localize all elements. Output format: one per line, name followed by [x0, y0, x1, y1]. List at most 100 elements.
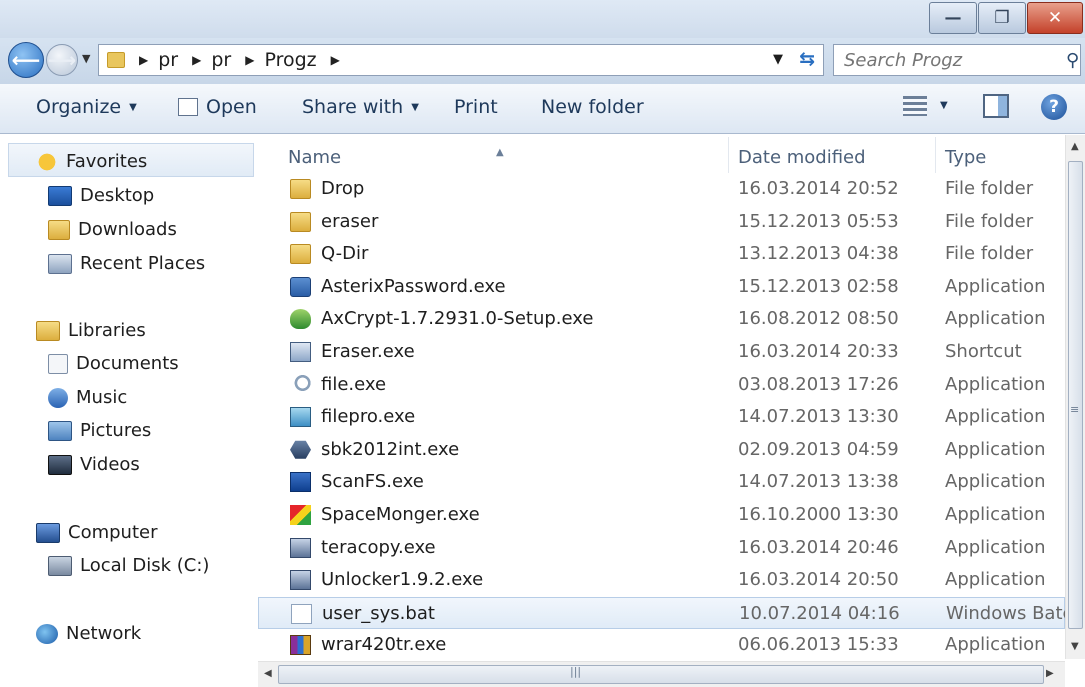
- nav-favorites[interactable]: Favorites: [36, 151, 147, 172]
- star-icon: [36, 151, 58, 172]
- view-options-chevron-icon[interactable]: ▼: [940, 100, 948, 111]
- nav-computer[interactable]: Computer: [36, 522, 157, 543]
- file-row[interactable]: SpaceMonger.exe 16.10.2000 13:30 Applicati…: [258, 499, 1065, 532]
- file-date-modified: 14.07.2013 13:30: [738, 406, 899, 428]
- refresh-icon[interactable]: ⇆: [799, 48, 815, 70]
- breadcrumb-separator-icon[interactable]: ▶: [245, 53, 254, 67]
- folder-icon: [107, 52, 125, 68]
- nav-music[interactable]: Music: [48, 387, 127, 408]
- minimize-button[interactable]: —: [929, 2, 977, 34]
- file-row[interactable]: Drop 16.03.2014 20:52 File folder: [258, 173, 1065, 206]
- breadcrumb-progz[interactable]: Progz: [264, 49, 316, 71]
- file-row[interactable]: ScanFS.exe 14.07.2013 13:38 Application: [258, 466, 1065, 499]
- file-type: File folder: [945, 210, 1034, 232]
- restore-icon: ❐: [994, 8, 1010, 28]
- help-icon[interactable]: ?: [1041, 94, 1067, 120]
- vertical-scroll-thumb[interactable]: [1068, 161, 1083, 629]
- scroll-up-icon[interactable]: ▲: [1071, 141, 1079, 152]
- horizontal-scrollbar[interactable]: ◀ ||| ▶: [258, 661, 1065, 687]
- file-row[interactable]: filepro.exe 14.07.2013 13:30 Application: [258, 401, 1065, 434]
- file-row[interactable]: teracopy.exe 16.03.2014 20:46 Application: [258, 532, 1065, 565]
- forward-button[interactable]: ⟶: [46, 44, 78, 76]
- close-button[interactable]: ✕: [1027, 2, 1083, 34]
- preview-pane-icon[interactable]: [983, 94, 1009, 118]
- file-date-modified: 02.09.2013 04:59: [738, 438, 899, 460]
- file-row[interactable]: AsterixPassword.exe 15.12.2013 02:58 Appli…: [258, 271, 1065, 304]
- file-date-modified: 16.03.2014 20:52: [738, 178, 899, 199]
- share-with-label: Share with: [302, 96, 404, 118]
- scroll-left-icon[interactable]: ◀: [264, 668, 272, 679]
- file-name: filepro.exe: [321, 406, 416, 428]
- close-icon: ✕: [1047, 8, 1063, 28]
- nav-videos[interactable]: Videos: [48, 454, 140, 475]
- nav-computer-label: Computer: [68, 522, 158, 543]
- file-row[interactable]: Q-Dir 13.12.2013 04:38 File folder: [258, 238, 1065, 271]
- horizontal-scroll-thumb[interactable]: [278, 665, 1044, 684]
- breadcrumb-separator-icon[interactable]: ▶: [192, 53, 201, 67]
- column-type[interactable]: Type: [945, 147, 986, 168]
- breadcrumb-separator-icon[interactable]: ▶: [139, 53, 148, 67]
- search-input[interactable]: [844, 46, 1066, 74]
- file-type: Application: [945, 471, 1046, 493]
- column-name[interactable]: Name: [288, 147, 341, 168]
- file-row[interactable]: wrar420tr.exe 06.06.2013 15:33 Application: [258, 629, 1065, 659]
- file-date-modified: 14.07.2013 13:38: [738, 471, 899, 493]
- file-date-modified: 10.07.2014 04:16: [739, 602, 900, 624]
- file-row[interactable]: file.exe 03.08.2013 17:26 Application: [258, 369, 1065, 402]
- nav-desktop[interactable]: Desktop: [48, 185, 154, 206]
- nav-pictures-label: Pictures: [80, 420, 152, 441]
- vertical-scrollbar[interactable]: ▲ ≡ ▼: [1065, 135, 1085, 659]
- column-divider[interactable]: [728, 137, 729, 173]
- maximize-button[interactable]: ❐: [978, 2, 1026, 34]
- file-row[interactable]: user_sys.bat 10.07.2014 04:16 Windows Batc: [258, 596, 1065, 630]
- address-bar[interactable]: ▶ pr ▶ pr ▶ Progz ▶ ▼ ⇆: [98, 44, 824, 76]
- recent-places-icon: [48, 253, 72, 274]
- breadcrumb-separator-icon[interactable]: ▶: [331, 53, 340, 67]
- share-with-button[interactable]: Share with ▼: [302, 96, 419, 118]
- videos-icon: [48, 454, 72, 475]
- file-name: AsterixPassword.exe: [321, 275, 506, 297]
- file-date-modified: 16.10.2000 13:30: [738, 503, 899, 525]
- column-divider[interactable]: [935, 137, 936, 173]
- new-folder-button[interactable]: New folder: [541, 96, 644, 118]
- nav-libraries[interactable]: Libraries: [36, 320, 146, 341]
- change-view-icon[interactable]: [903, 96, 927, 116]
- chevron-down-icon: ▼: [411, 101, 419, 113]
- column-date-modified[interactable]: Date modified: [738, 147, 866, 168]
- search-icon[interactable]: ⚲: [1066, 50, 1080, 71]
- file-row[interactable]: sbk2012int.exe 02.09.2013 04:59 Applicatio…: [258, 434, 1065, 467]
- address-dropdown-icon[interactable]: ▼: [773, 52, 783, 67]
- scroll-grip-icon: |||: [570, 665, 582, 678]
- nav-local-disk[interactable]: Local Disk (C:): [48, 555, 209, 576]
- breadcrumb-pr-1[interactable]: pr: [158, 49, 178, 71]
- file-row[interactable]: Unlocker1.9.2.exe 16.03.2014 20:50 Applica…: [258, 564, 1065, 597]
- scroll-down-icon[interactable]: ▼: [1071, 641, 1079, 652]
- nav-pictures[interactable]: Pictures: [48, 420, 151, 441]
- back-button[interactable]: ⟵: [8, 42, 44, 78]
- nav-desktop-label: Desktop: [80, 185, 155, 206]
- file-name: eraser: [321, 210, 379, 232]
- print-button[interactable]: Print: [454, 96, 498, 118]
- file-name: Unlocker1.9.2.exe: [321, 569, 484, 591]
- file-row[interactable]: eraser 15.12.2013 05:53 File folder: [258, 206, 1065, 239]
- nav-recent-places[interactable]: Recent Places: [48, 253, 205, 274]
- scroll-right-icon[interactable]: ▶: [1046, 668, 1054, 679]
- breadcrumb-pr-2[interactable]: pr: [211, 49, 231, 71]
- setup-icon: [290, 537, 311, 558]
- nav-downloads[interactable]: Downloads: [48, 219, 177, 240]
- folder-icon: [290, 211, 311, 232]
- file-name: sbk2012int.exe: [321, 438, 460, 460]
- recent-pages-dropdown[interactable]: ▼: [82, 52, 90, 65]
- address-row: ⟵ ⟶ ▼ ▶ pr ▶ pr ▶ Progz ▶ ▼ ⇆ ⚲: [0, 38, 1085, 84]
- file-row[interactable]: AxCrypt-1.7.2931.0-Setup.exe 16.08.2012 0…: [258, 303, 1065, 336]
- file-type: Application: [945, 536, 1046, 558]
- filepro-icon: [290, 407, 311, 428]
- organize-button[interactable]: Organize ▼: [36, 96, 137, 118]
- open-label: Open: [206, 96, 257, 118]
- app-icon: [290, 276, 311, 297]
- open-button[interactable]: Open: [178, 96, 257, 118]
- magnifier-icon: [290, 374, 311, 395]
- nav-network[interactable]: Network: [36, 623, 141, 644]
- nav-documents[interactable]: Documents: [48, 353, 179, 374]
- file-row[interactable]: Eraser.exe 16.03.2014 20:33 Shortcut: [258, 336, 1065, 369]
